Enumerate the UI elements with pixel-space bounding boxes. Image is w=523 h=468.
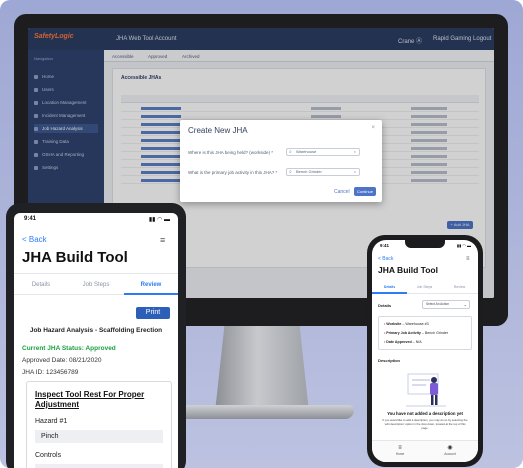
status-time: 9:41 (380, 243, 390, 248)
active-tab-indicator (124, 293, 178, 295)
back-button[interactable]: < Back (378, 256, 393, 262)
chevron-down-icon: ⌄ (463, 302, 467, 307)
description-label: Description (378, 358, 401, 363)
worksite-input[interactable]: ⌕ Warehouse × (286, 148, 360, 156)
page-title: JHA Build Tool (378, 265, 438, 275)
create-jha-modal: Create New JHA × Where is this JHA being… (180, 120, 382, 202)
page-title: JHA Build Tool (22, 249, 128, 266)
build-tabs: Details Job Steps Review (372, 280, 478, 294)
list-item: • Primary Job Activity – Bench Grinder (384, 331, 449, 335)
clear-icon[interactable]: × (354, 169, 356, 175)
approved-date: Approved Date: 08/21/2020 (22, 357, 102, 364)
account-icon: ◉ (447, 445, 453, 451)
empty-state-title: You have not added a description yet (387, 411, 463, 416)
active-tab-indicator (372, 292, 407, 294)
worksite-label: Where is this JHA being held? (workside)… (188, 150, 274, 155)
tab-details[interactable]: Details (372, 285, 407, 289)
job-step-card: Inspect Tool Rest For Proper Adjustment … (26, 381, 172, 468)
nav-account[interactable]: ◉ Account (430, 445, 470, 456)
tab-details[interactable]: Details (14, 282, 68, 288)
background: SafetyLogic JHA Web Tool Account Crane Ⓐ… (0, 0, 523, 468)
controls-label: Controls (35, 452, 62, 459)
phone-device: 9:41 ▮▮ ◠ ▬ < Back ≡ JHA Build Tool Deta… (367, 235, 483, 467)
status-badge: Current JHA Status: Approved (22, 345, 116, 352)
back-button[interactable]: < Back (22, 235, 47, 244)
monitor-base (170, 405, 354, 419)
menu-icon: ≡ (398, 445, 402, 451)
activity-label: What is the primary job activity in this… (188, 170, 278, 175)
phone-notch (405, 240, 445, 248)
hamburger-icon[interactable]: ≡ (466, 256, 470, 262)
activity-input[interactable]: ⌕ Bench Grinder × (286, 168, 360, 176)
clear-icon[interactable]: × (354, 149, 356, 155)
details-box: • Worksite – Warehouse #3 • Primary Job … (378, 316, 472, 350)
tab-job-steps[interactable]: Job Steps (69, 282, 123, 288)
monitor-stand (215, 326, 309, 412)
action-select[interactable]: Select An Action ⌄ (422, 300, 470, 309)
bottom-nav: ≡ Home ◉ Account (372, 440, 478, 462)
tab-review[interactable]: Review (442, 285, 477, 289)
hazard-label: Hazard #1 (35, 418, 68, 425)
document-title: Job Hazard Analysis - Scaffolding Erecti… (29, 327, 163, 334)
tablet-device: 9:41 ▮▮ ◠ ▬ < Back ≡ JHA Build Tool Deta… (6, 203, 186, 468)
nav-home[interactable]: ≡ Home (380, 445, 420, 456)
signal-icon: ▮▮ ◠ ▬ (456, 243, 471, 248)
phone-screen: 9:41 ▮▮ ◠ ▬ < Back ≡ JHA Build Tool Deta… (372, 240, 478, 462)
job-step-title: Inspect Tool Rest For Proper Adjustment (35, 390, 145, 409)
empty-state-text: If you would like to add a description, … (382, 418, 468, 430)
modal-title: Create New JHA (188, 126, 248, 135)
hazard-value: Pinch (35, 430, 163, 443)
search-icon: ⌕ (289, 149, 292, 155)
status-time: 9:41 (24, 216, 37, 222)
status-bar: 9:41 ▮▮ ◠ ▬ (22, 216, 170, 226)
jha-id: JHA ID: 123456789 (22, 369, 79, 376)
close-icon[interactable]: × (371, 125, 375, 131)
search-icon: ⌕ (289, 169, 292, 175)
tab-review[interactable]: Review (124, 282, 178, 288)
list-item: • Worksite – Warehouse #3 (384, 322, 429, 326)
tablet-screen: 9:41 ▮▮ ◠ ▬ < Back ≡ JHA Build Tool Deta… (14, 213, 178, 468)
details-label: Details (378, 303, 392, 308)
cancel-button[interactable]: Cancel (334, 189, 350, 195)
signal-icon: ▮▮ ◠ ▬ (148, 217, 170, 223)
print-button[interactable]: Print (136, 307, 170, 319)
build-tabs: Details Job Steps Review (14, 273, 178, 295)
controls-value (35, 464, 163, 468)
list-item: • Date Approved – N/A (384, 340, 422, 344)
continue-button[interactable]: Continue (354, 187, 376, 196)
empty-state-illustration-icon (406, 373, 446, 407)
tab-job-steps[interactable]: Job Steps (407, 285, 442, 289)
hamburger-icon[interactable]: ≡ (160, 235, 165, 245)
